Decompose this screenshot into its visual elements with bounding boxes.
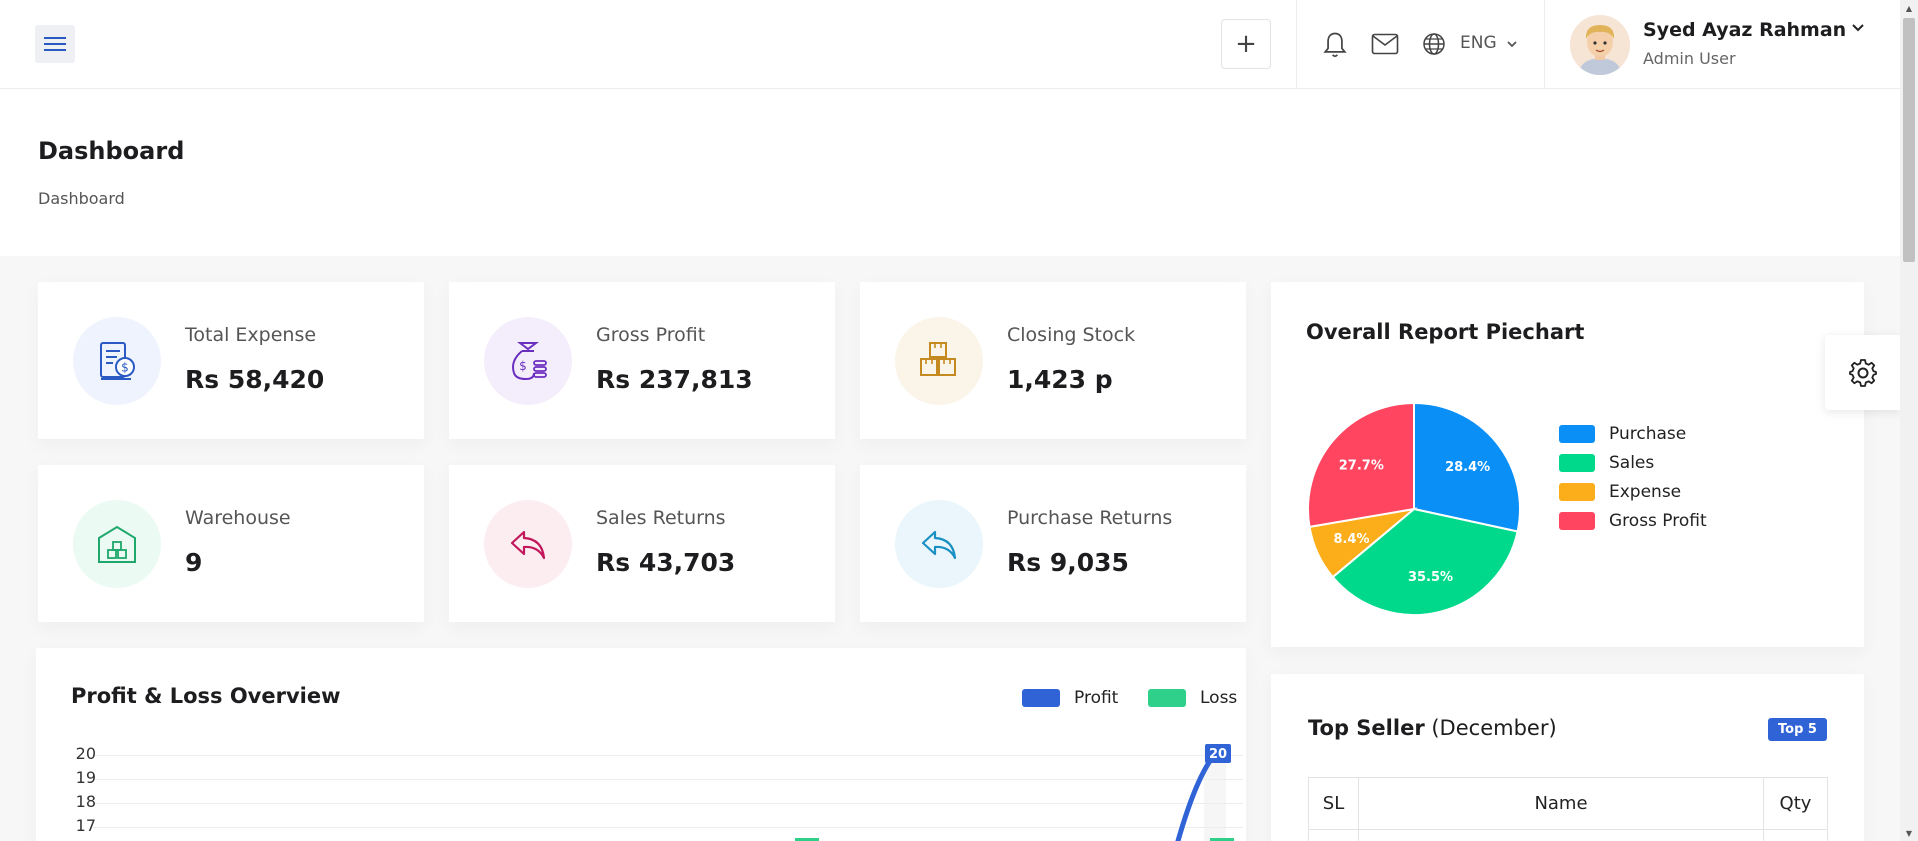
pie-chart[interactable]: 28.4% 35.5% 8.4% 27.7% [1304,399,1524,619]
stat-label: Closing Stock [1007,324,1136,346]
user-name[interactable]: Syed Ayaz Rahman [1643,19,1846,41]
pie-slice-label: 35.5% [1408,570,1453,585]
menu-toggle-button[interactable] [35,25,75,63]
divider [1544,0,1545,89]
stat-label: Sales Returns [596,507,726,529]
top-badge[interactable]: Top 5 [1768,718,1827,741]
user-avatar-icon [1570,15,1630,75]
stat-card-warehouse: Warehouse 9 [38,465,424,622]
legend-item-gross-profit[interactable]: Gross Profit [1559,511,1707,531]
profit-loss-card: Profit & Loss Overview Profit Loss 20 19… [36,648,1246,841]
stat-card-purchase-returns: Purchase Returns Rs 9,035 [860,465,1246,622]
reply-arrow-icon [895,500,983,588]
chevron-down-icon[interactable] [1505,37,1519,51]
stat-label: Gross Profit [596,324,706,346]
notification-bell-icon[interactable] [1321,30,1349,60]
column-header-qty[interactable]: Qty [1763,777,1828,830]
invoice-dollar-icon: $ [73,317,161,405]
legend-item-sales[interactable]: Sales [1559,453,1654,473]
scroll-thumb[interactable] [1903,18,1915,262]
top-seller-heading: Top Seller [1308,716,1425,740]
top-seller-card: Top Seller (December) Top 5 SL Name Qty [1271,674,1864,841]
pie-slice-label: 28.4% [1445,460,1490,475]
top-seller-table: SL Name Qty [1308,777,1828,841]
pie-chart-title: Overall Report Piechart [1306,320,1585,344]
legend-label: Sales [1609,453,1655,473]
stat-label: Warehouse [185,507,291,529]
top-seller-period: (December) [1431,716,1557,740]
warehouse-icon [73,500,161,588]
stat-label: Total Expense [185,324,317,346]
table-header-row: SL Name Qty [1308,777,1828,830]
data-label: 20 [1209,747,1227,762]
stat-value: 9 [185,548,203,577]
stat-card-gross-profit: $ Gross Profit Rs 237,813 [449,282,835,439]
stat-value: Rs 9,035 [1007,548,1129,577]
globe-icon[interactable] [1422,32,1446,56]
settings-button[interactable] [1825,335,1900,410]
scroll-up-arrow[interactable]: ▲ [1900,0,1918,16]
user-role: Admin User [1643,49,1736,68]
stat-card-sales-returns: Sales Returns Rs 43,703 [449,465,835,622]
stat-card-closing-stock: Closing Stock 1,423 p [860,282,1246,439]
column-header-sl[interactable]: SL [1308,777,1359,830]
table-row [1308,829,1828,841]
svg-text:$: $ [519,359,527,373]
top-seller-title: Top Seller (December) [1308,716,1557,740]
hamburger-icon [44,35,66,53]
gear-icon [1848,358,1877,387]
reply-arrow-icon [484,500,572,588]
language-selector[interactable]: ENG [1460,33,1497,53]
stat-value: Rs 58,420 [185,365,325,394]
legend-item-purchase[interactable]: Purchase [1559,424,1686,444]
breadcrumb[interactable]: Dashboard [38,189,125,208]
avatar[interactable] [1570,15,1630,75]
legend-swatch [1559,512,1595,530]
legend-swatch [1559,454,1595,472]
profit-loss-plot[interactable]: 20 [36,648,1246,841]
add-new-button[interactable]: + [1221,19,1271,69]
money-bag-icon: $ [484,317,572,405]
mail-icon[interactable] [1371,33,1399,55]
scroll-down-arrow[interactable]: ▼ [1900,825,1918,841]
legend-label: Purchase [1609,424,1687,444]
legend-label: Expense [1609,482,1682,502]
stat-label: Purchase Returns [1007,507,1173,529]
divider [1296,0,1297,89]
chevron-down-icon[interactable] [1850,20,1866,36]
legend-swatch [1559,483,1595,501]
pie-chart-card: Overall Report Piechart 28.4% 35.5% 8.4% 27… [1271,282,1864,647]
page-header: Dashboard Dashboard [0,89,1900,256]
stat-value: Rs 237,813 [596,365,753,394]
legend-item-expense[interactable]: Expense [1559,482,1681,502]
column-header-name[interactable]: Name [1358,777,1764,830]
svg-text:$: $ [121,361,129,375]
page-title: Dashboard [38,137,185,165]
top-bar: + ENG Syed Ayaz Rahman Admin User [0,0,1900,89]
stat-value: 1,423 p [1007,365,1113,394]
vertical-scrollbar[interactable]: ▲ ▼ [1900,0,1918,841]
stat-value: Rs 43,703 [596,548,736,577]
pie-slice-label: 27.7% [1339,459,1384,474]
legend-label: Gross Profit [1609,511,1707,531]
legend-swatch [1559,425,1595,443]
boxes-icon [895,317,983,405]
stat-card-total-expense: $ Total Expense Rs 58,420 [38,282,424,439]
pie-slice-label: 8.4% [1333,532,1369,547]
